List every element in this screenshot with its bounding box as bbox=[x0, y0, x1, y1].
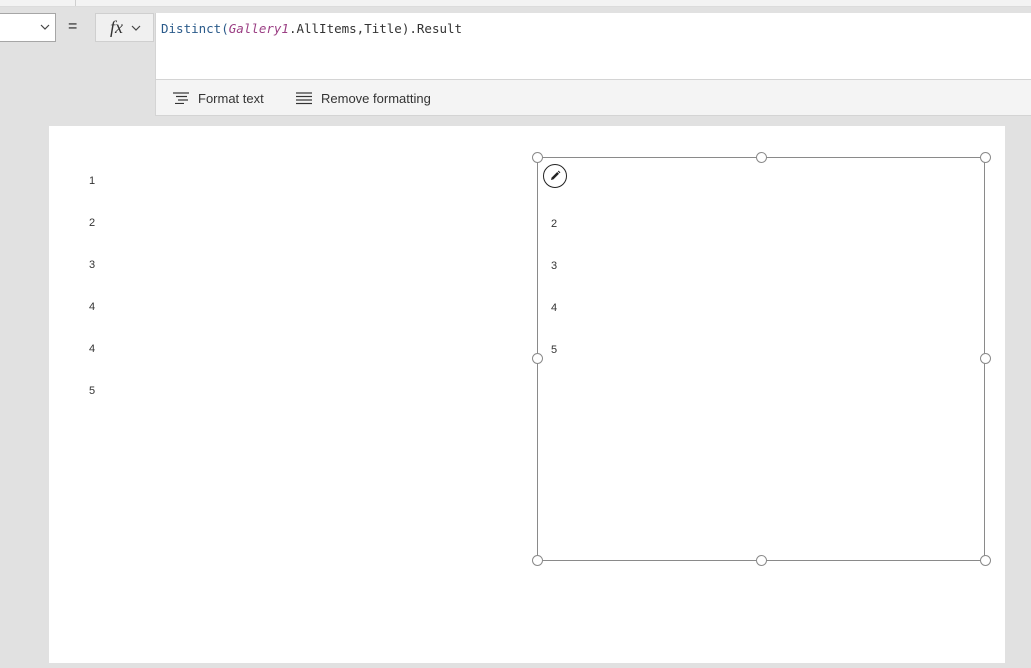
gallery-right-item[interactable]: 5 bbox=[551, 344, 557, 356]
resize-handle-top-center[interactable] bbox=[756, 152, 767, 163]
formula-control-reference: Gallery1 bbox=[228, 21, 289, 36]
property-dropdown[interactable] bbox=[0, 13, 56, 42]
gallery-right-selected[interactable]: 2 3 4 5 bbox=[537, 157, 985, 561]
fx-label: fx bbox=[110, 17, 123, 37]
remove-formatting-label: Remove formatting bbox=[321, 90, 431, 106]
chevron-down-icon bbox=[40, 24, 50, 30]
resize-handle-bottom-left[interactable] bbox=[532, 555, 543, 566]
pencil-glyph bbox=[551, 170, 561, 180]
resize-handle-bottom-right[interactable] bbox=[980, 555, 991, 566]
format-toolbar: Format text Remove formatting bbox=[155, 80, 1031, 116]
gallery-left-item[interactable]: 1 bbox=[89, 175, 95, 187]
format-text-icon bbox=[173, 92, 189, 104]
remove-formatting-button[interactable]: Remove formatting bbox=[296, 80, 431, 116]
app-canvas: 1 2 3 4 4 5 2 3 4 5 bbox=[49, 126, 1005, 663]
resize-handle-top-left[interactable] bbox=[532, 152, 543, 163]
gallery-left-item[interactable]: 4 bbox=[89, 343, 95, 355]
format-text-button[interactable]: Format text bbox=[173, 80, 264, 116]
resize-handle-middle-right[interactable] bbox=[980, 353, 991, 364]
remove-formatting-icon bbox=[296, 91, 312, 104]
gallery-right-item[interactable]: 4 bbox=[551, 302, 557, 314]
top-strip-divider bbox=[75, 0, 76, 6]
formula-input[interactable]: Distinct(Gallery1.AllItems,Title).Result bbox=[155, 13, 1031, 80]
formula-function: Distinct( bbox=[161, 21, 229, 36]
gallery-left-item[interactable]: 4 bbox=[89, 301, 95, 313]
fx-button[interactable]: fx bbox=[95, 13, 154, 42]
gallery-right-item[interactable]: 3 bbox=[551, 260, 557, 272]
gallery-right-item[interactable]: 2 bbox=[551, 218, 557, 230]
format-text-label: Format text bbox=[198, 90, 264, 106]
resize-handle-middle-left[interactable] bbox=[532, 353, 543, 364]
equals-sign: = bbox=[68, 18, 78, 35]
resize-handle-top-right[interactable] bbox=[980, 152, 991, 163]
formula-rest: .AllItems,Title).Result bbox=[288, 21, 463, 36]
top-strip bbox=[0, 0, 1031, 7]
gallery-left-item[interactable]: 3 bbox=[89, 259, 95, 271]
edit-pencil-icon[interactable] bbox=[543, 164, 567, 188]
formula-text: Distinct(Gallery1.AllItems,Title).Result bbox=[161, 21, 462, 36]
gallery-left-item[interactable]: 2 bbox=[89, 217, 95, 229]
gallery-left-item[interactable]: 5 bbox=[89, 385, 95, 397]
resize-handle-bottom-center[interactable] bbox=[756, 555, 767, 566]
chevron-down-icon bbox=[131, 25, 141, 31]
